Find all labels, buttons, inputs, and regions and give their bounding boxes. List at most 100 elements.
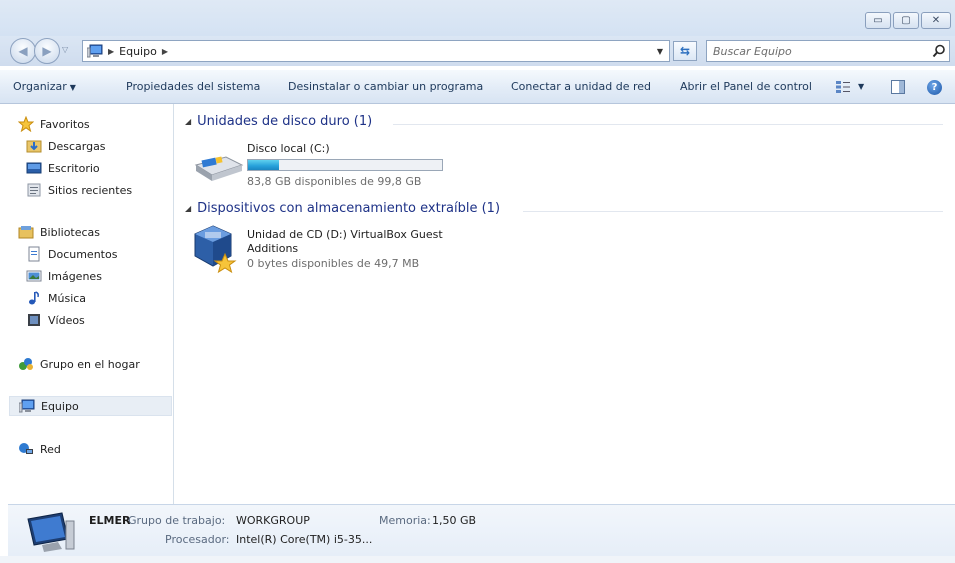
computer-monitor-icon	[27, 512, 75, 552]
homegroup-icon	[19, 358, 33, 370]
nav-label: Favoritos	[40, 117, 90, 131]
recent-places-icon	[27, 183, 41, 197]
nav-item-homegroup[interactable]: Grupo en el hogar	[18, 354, 140, 374]
nav-item-favorites[interactable]: Favoritos	[18, 114, 90, 134]
video-icon	[28, 314, 40, 326]
map-network-drive-button[interactable]: Conectar a unidad de red	[511, 80, 651, 93]
drive-name-line2: Additions	[247, 242, 299, 255]
nav-item-pictures[interactable]: Imágenes	[26, 266, 102, 286]
nav-item-libraries[interactable]: Bibliotecas	[18, 222, 100, 242]
nav-item-downloads[interactable]: Descargas	[26, 136, 106, 156]
nav-label: Sitios recientes	[48, 183, 133, 197]
open-control-panel-button[interactable]: Abrir el Panel de control	[680, 80, 812, 93]
music-note-icon	[29, 291, 39, 305]
system-properties-button[interactable]: Propiedades del sistema	[126, 80, 260, 93]
workgroup-label: Grupo de trabajo:	[128, 514, 226, 527]
nav-label: Documentos	[48, 247, 118, 261]
drive-name-line1: Unidad de CD (D:) VirtualBox Guest	[247, 228, 443, 241]
back-button[interactable]: ◀	[10, 38, 36, 64]
computer-icon	[87, 44, 103, 58]
maximize-button[interactable]: ▢	[893, 12, 919, 29]
organize-button[interactable]: Organizar ▼	[13, 80, 76, 93]
back-arrow-icon: ◀	[18, 44, 28, 58]
search-icon[interactable]	[932, 44, 946, 58]
content-area: ◢ Unidades de disco duro (1) Disco local…	[175, 104, 950, 504]
drive-capacity-bar	[247, 159, 443, 171]
view-options-dropdown-icon[interactable]: ▼	[858, 82, 864, 91]
breadcrumb-chevron-icon[interactable]: ▶	[162, 47, 168, 56]
processor-value: Intel(R) Core(TM) i5-35...	[236, 533, 373, 546]
window-controls: ▭ ▢ ✕	[865, 12, 951, 29]
collapse-triangle-icon[interactable]: ◢	[185, 204, 191, 213]
breadcrumb-separator-icon[interactable]: ▶	[108, 47, 114, 56]
nav-label: Música	[48, 291, 87, 305]
organize-label: Organizar	[13, 80, 67, 93]
group-divider	[523, 211, 943, 212]
command-bar: Organizar ▼ Propiedades del sistema Desin…	[0, 70, 955, 104]
change-view-icon[interactable]	[835, 80, 851, 94]
uninstall-program-button[interactable]: Desinstalar o cambiar un programa	[288, 80, 483, 93]
group-divider	[393, 124, 943, 125]
window-bottom-border	[0, 556, 955, 563]
nav-item-computer[interactable]: Equipo	[9, 396, 172, 416]
details-pane: ELMER Grupo de trabajo: WORKGROUP Memori…	[8, 504, 955, 556]
nav-label: Imágenes	[48, 269, 102, 283]
desktop-icon	[26, 162, 42, 174]
group-header-hard-disks[interactable]: ◢ Unidades de disco duro (1)	[185, 114, 372, 129]
computer-icon	[19, 399, 35, 413]
recent-pages-dropdown-icon[interactable]: ▽	[62, 45, 68, 54]
nav-label: Bibliotecas	[40, 225, 101, 239]
forward-arrow-icon: ▶	[42, 44, 52, 58]
virtualbox-cd-drive-icon	[194, 225, 237, 274]
search-box[interactable]	[706, 40, 950, 62]
nav-item-videos[interactable]: Vídeos	[26, 310, 85, 330]
help-icon[interactable]: ?	[927, 80, 942, 95]
nav-label: Descargas	[48, 139, 106, 153]
nav-label: Equipo	[41, 399, 79, 413]
collapse-triangle-icon[interactable]: ◢	[185, 117, 191, 126]
downloads-folder-icon	[26, 140, 42, 153]
breadcrumb-equipo[interactable]: Equipo	[119, 45, 157, 58]
refresh-button[interactable]: ⇆	[673, 41, 697, 61]
nav-label: Vídeos	[48, 313, 85, 327]
nav-item-network[interactable]: Red	[18, 439, 61, 459]
memory-label: Memoria:	[379, 514, 431, 527]
chevron-down-icon: ▼	[69, 83, 76, 92]
star-icon	[18, 116, 34, 132]
drive-free-space: 83,8 GB disponibles de 99,8 GB	[247, 175, 422, 188]
hard-drive-icon	[194, 156, 244, 181]
group-title: Dispositivos con almacenamiento extraíbl…	[197, 201, 501, 216]
processor-label: Procesador:	[165, 533, 230, 546]
nav-item-documents[interactable]: Documentos	[26, 244, 117, 264]
nav-item-recent-places[interactable]: Sitios recientes	[26, 180, 132, 200]
address-row: ◀ ▶ ▽ ▶ Equipo ▶ ▼ ⇆	[0, 36, 955, 66]
explorer-window: ▭ ▢ ✕ ◀ ▶ ▽ ▶ Equipo ▶ ▼ ⇆ Buscar Equipo…	[0, 0, 955, 563]
group-title: Unidades de disco duro (1)	[197, 114, 373, 129]
close-button[interactable]: ✕	[921, 12, 951, 29]
drive-capacity-fill	[248, 160, 280, 170]
nav-item-desktop[interactable]: Escritorio	[26, 158, 100, 178]
preview-pane-icon[interactable]	[891, 80, 905, 94]
computer-name: ELMER	[89, 514, 131, 527]
libraries-icon	[18, 226, 34, 239]
nav-label: Red	[40, 442, 61, 456]
forward-button[interactable]: ▶	[34, 38, 60, 64]
nav-item-music[interactable]: Música	[26, 288, 86, 308]
picture-icon	[26, 270, 42, 282]
memory-value: 1,50 GB	[432, 514, 477, 527]
workgroup-value: WORKGROUP	[236, 514, 310, 527]
navigation-pane: Favoritos Descargas Escritorio Sitios re…	[8, 104, 174, 504]
address-bar[interactable]: ▶ Equipo ▶ ▼	[82, 40, 670, 62]
network-icon	[19, 443, 33, 454]
search-input[interactable]	[713, 44, 923, 58]
nav-label: Grupo en el hogar	[40, 357, 140, 371]
group-header-removable[interactable]: ◢ Dispositivos con almacenamiento extraí…	[185, 201, 500, 216]
address-dropdown-icon[interactable]: ▼	[651, 41, 669, 61]
drive-free-space: 0 bytes disponibles de 49,7 MB	[247, 257, 420, 270]
title-bar: ▭ ▢ ✕	[0, 0, 955, 36]
drive-name: Disco local (C:)	[247, 142, 330, 155]
nav-label: Escritorio	[48, 161, 100, 175]
refresh-icon: ⇆	[679, 44, 691, 58]
document-icon	[28, 246, 40, 262]
minimize-button[interactable]: ▭	[865, 12, 891, 29]
